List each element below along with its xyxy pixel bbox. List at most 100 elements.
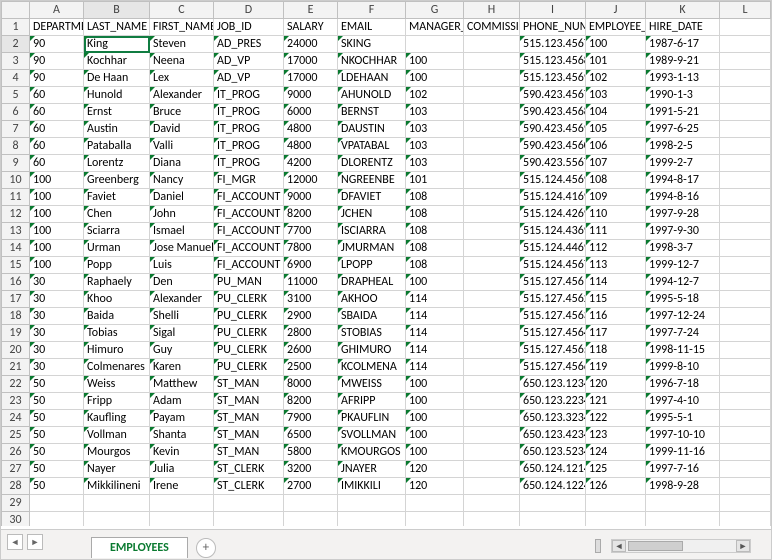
cell-A6[interactable]: 60 xyxy=(30,104,84,121)
cell-I23[interactable]: 650.123.2234 xyxy=(520,393,586,410)
cell-B19[interactable]: Tobias xyxy=(84,325,150,342)
cell-E3[interactable]: 17000 xyxy=(284,53,338,70)
cell-A11[interactable]: 100 xyxy=(30,189,84,206)
cell-F26[interactable]: KMOURGOS xyxy=(338,444,406,461)
cell-G14[interactable]: 108 xyxy=(406,240,464,257)
cell-J1[interactable]: EMPLOYEE_ID xyxy=(586,19,646,36)
cell-I16[interactable]: 515.127.4561 xyxy=(520,274,586,291)
cell-J28[interactable]: 126 xyxy=(586,478,646,495)
cell-C29[interactable] xyxy=(150,495,214,512)
cell-A21[interactable]: 30 xyxy=(30,359,84,376)
cell-C12[interactable]: John xyxy=(150,206,214,223)
cell-D22[interactable]: ST_MAN xyxy=(214,376,284,393)
scroll-split-handle[interactable] xyxy=(595,539,601,553)
cell-I21[interactable]: 515.127.4566 xyxy=(520,359,586,376)
cell-H23[interactable] xyxy=(464,393,520,410)
cell-J23[interactable]: 121 xyxy=(586,393,646,410)
cell-E15[interactable]: 6900 xyxy=(284,257,338,274)
cell-J21[interactable]: 119 xyxy=(586,359,646,376)
cell-K6[interactable]: 1991-5-21 xyxy=(646,104,720,121)
cell-C18[interactable]: Shelli xyxy=(150,308,214,325)
cell-G7[interactable]: 103 xyxy=(406,121,464,138)
cell-A18[interactable]: 30 xyxy=(30,308,84,325)
cell-L18[interactable] xyxy=(720,308,771,325)
cell-J18[interactable]: 116 xyxy=(586,308,646,325)
cell-I9[interactable]: 590.423.5567 xyxy=(520,155,586,172)
cell-B8[interactable]: Pataballa xyxy=(84,138,150,155)
cell-A25[interactable]: 50 xyxy=(30,427,84,444)
cell-C13[interactable]: Ismael xyxy=(150,223,214,240)
cell-E2[interactable]: 24000 xyxy=(284,36,338,53)
row-header[interactable]: 23 xyxy=(2,393,30,410)
cell-I8[interactable]: 590.423.4560 xyxy=(520,138,586,155)
col-header-F[interactable]: F xyxy=(338,2,406,19)
cell-K16[interactable]: 1994-12-7 xyxy=(646,274,720,291)
cell-A2[interactable]: 90 xyxy=(30,36,84,53)
hscroll-right-button[interactable]: ► xyxy=(736,540,750,552)
cell-K22[interactable]: 1996-7-18 xyxy=(646,376,720,393)
cell-F10[interactable]: NGREENBE xyxy=(338,172,406,189)
cell-H26[interactable] xyxy=(464,444,520,461)
cell-L11[interactable] xyxy=(720,189,771,206)
cell-C10[interactable]: Nancy xyxy=(150,172,214,189)
cell-K2[interactable]: 1987-6-17 xyxy=(646,36,720,53)
cell-G24[interactable]: 100 xyxy=(406,410,464,427)
cell-L12[interactable] xyxy=(720,206,771,223)
cell-I19[interactable]: 515.127.4564 xyxy=(520,325,586,342)
cell-K23[interactable]: 1997-4-10 xyxy=(646,393,720,410)
cell-K28[interactable]: 1998-9-28 xyxy=(646,478,720,495)
cell-H8[interactable] xyxy=(464,138,520,155)
cell-F27[interactable]: JNAYER xyxy=(338,461,406,478)
cell-L9[interactable] xyxy=(720,155,771,172)
row-header[interactable]: 29 xyxy=(2,495,30,512)
cell-K27[interactable]: 1997-7-16 xyxy=(646,461,720,478)
cell-A30[interactable] xyxy=(30,512,84,527)
row-header[interactable]: 8 xyxy=(2,138,30,155)
cell-C30[interactable] xyxy=(150,512,214,527)
row-header[interactable]: 11 xyxy=(2,189,30,206)
cell-G3[interactable]: 100 xyxy=(406,53,464,70)
cell-J13[interactable]: 111 xyxy=(586,223,646,240)
cell-B3[interactable]: Kochhar xyxy=(84,53,150,70)
cell-K10[interactable]: 1994-8-17 xyxy=(646,172,720,189)
cell-C20[interactable]: Guy xyxy=(150,342,214,359)
cell-A15[interactable]: 100 xyxy=(30,257,84,274)
cell-I30[interactable] xyxy=(520,512,586,527)
cell-D9[interactable]: IT_PROG xyxy=(214,155,284,172)
cell-I14[interactable]: 515.124.4469 xyxy=(520,240,586,257)
cell-C5[interactable]: Alexander xyxy=(150,87,214,104)
cell-A29[interactable] xyxy=(30,495,84,512)
cell-B1[interactable]: LAST_NAME xyxy=(84,19,150,36)
cell-B24[interactable]: Kaufling xyxy=(84,410,150,427)
cell-C4[interactable]: Lex xyxy=(150,70,214,87)
cell-F28[interactable]: IMIKKILI xyxy=(338,478,406,495)
cell-I1[interactable]: PHONE_NUMBER xyxy=(520,19,586,36)
cell-I27[interactable]: 650.124.1214 xyxy=(520,461,586,478)
row-header[interactable]: 22 xyxy=(2,376,30,393)
cell-I25[interactable]: 650.123.4234 xyxy=(520,427,586,444)
cell-E10[interactable]: 12000 xyxy=(284,172,338,189)
cell-B5[interactable]: Hunold xyxy=(84,87,150,104)
cell-A5[interactable]: 60 xyxy=(30,87,84,104)
cell-F17[interactable]: AKHOO xyxy=(338,291,406,308)
cell-G17[interactable]: 114 xyxy=(406,291,464,308)
cell-A10[interactable]: 100 xyxy=(30,172,84,189)
row-header[interactable]: 1 xyxy=(2,19,30,36)
cell-L30[interactable] xyxy=(720,512,771,527)
cell-G28[interactable]: 120 xyxy=(406,478,464,495)
cell-J11[interactable]: 109 xyxy=(586,189,646,206)
cell-B15[interactable]: Popp xyxy=(84,257,150,274)
cell-B23[interactable]: Fripp xyxy=(84,393,150,410)
cell-L23[interactable] xyxy=(720,393,771,410)
cell-E13[interactable]: 7700 xyxy=(284,223,338,240)
cell-F5[interactable]: AHUNOLD xyxy=(338,87,406,104)
cell-H1[interactable]: COMMISSION_PCT xyxy=(464,19,520,36)
row-header[interactable]: 27 xyxy=(2,461,30,478)
cell-H14[interactable] xyxy=(464,240,520,257)
cell-G8[interactable]: 103 xyxy=(406,138,464,155)
cell-H27[interactable] xyxy=(464,461,520,478)
sheet-nav-prev[interactable]: ◄ xyxy=(7,534,23,550)
cell-C3[interactable]: Neena xyxy=(150,53,214,70)
cell-C2[interactable]: Steven xyxy=(150,36,214,53)
cell-H17[interactable] xyxy=(464,291,520,308)
